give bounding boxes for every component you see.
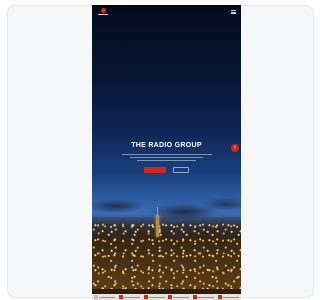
primary-cta-button[interactable] <box>144 167 166 173</box>
strip-item[interactable] <box>143 295 165 300</box>
logo-wordmark <box>98 14 108 15</box>
hero-title: THE RADIO GROUP <box>131 142 202 149</box>
strip-item[interactable] <box>94 295 115 300</box>
menu-icon[interactable] <box>231 10 236 14</box>
strip-item[interactable] <box>217 295 239 300</box>
hero-section: THE RADIO GROUP <box>92 141 241 173</box>
hero-actions <box>92 167 241 173</box>
bottom-logo-strip <box>92 294 241 300</box>
hero-description <box>121 154 212 161</box>
city-lights-image <box>92 217 241 289</box>
strip-item[interactable] <box>118 295 140 300</box>
tv-tower-image <box>156 207 159 237</box>
mobile-page-preview: THE RADIO GROUP › <box>92 5 241 295</box>
strip-item[interactable] <box>193 295 215 300</box>
chevron-right-icon[interactable]: › <box>231 144 239 152</box>
secondary-cta-button[interactable] <box>173 167 189 173</box>
logo-mark <box>100 8 106 13</box>
strip-item[interactable] <box>168 295 190 300</box>
brand-logo-icon[interactable] <box>97 8 109 18</box>
